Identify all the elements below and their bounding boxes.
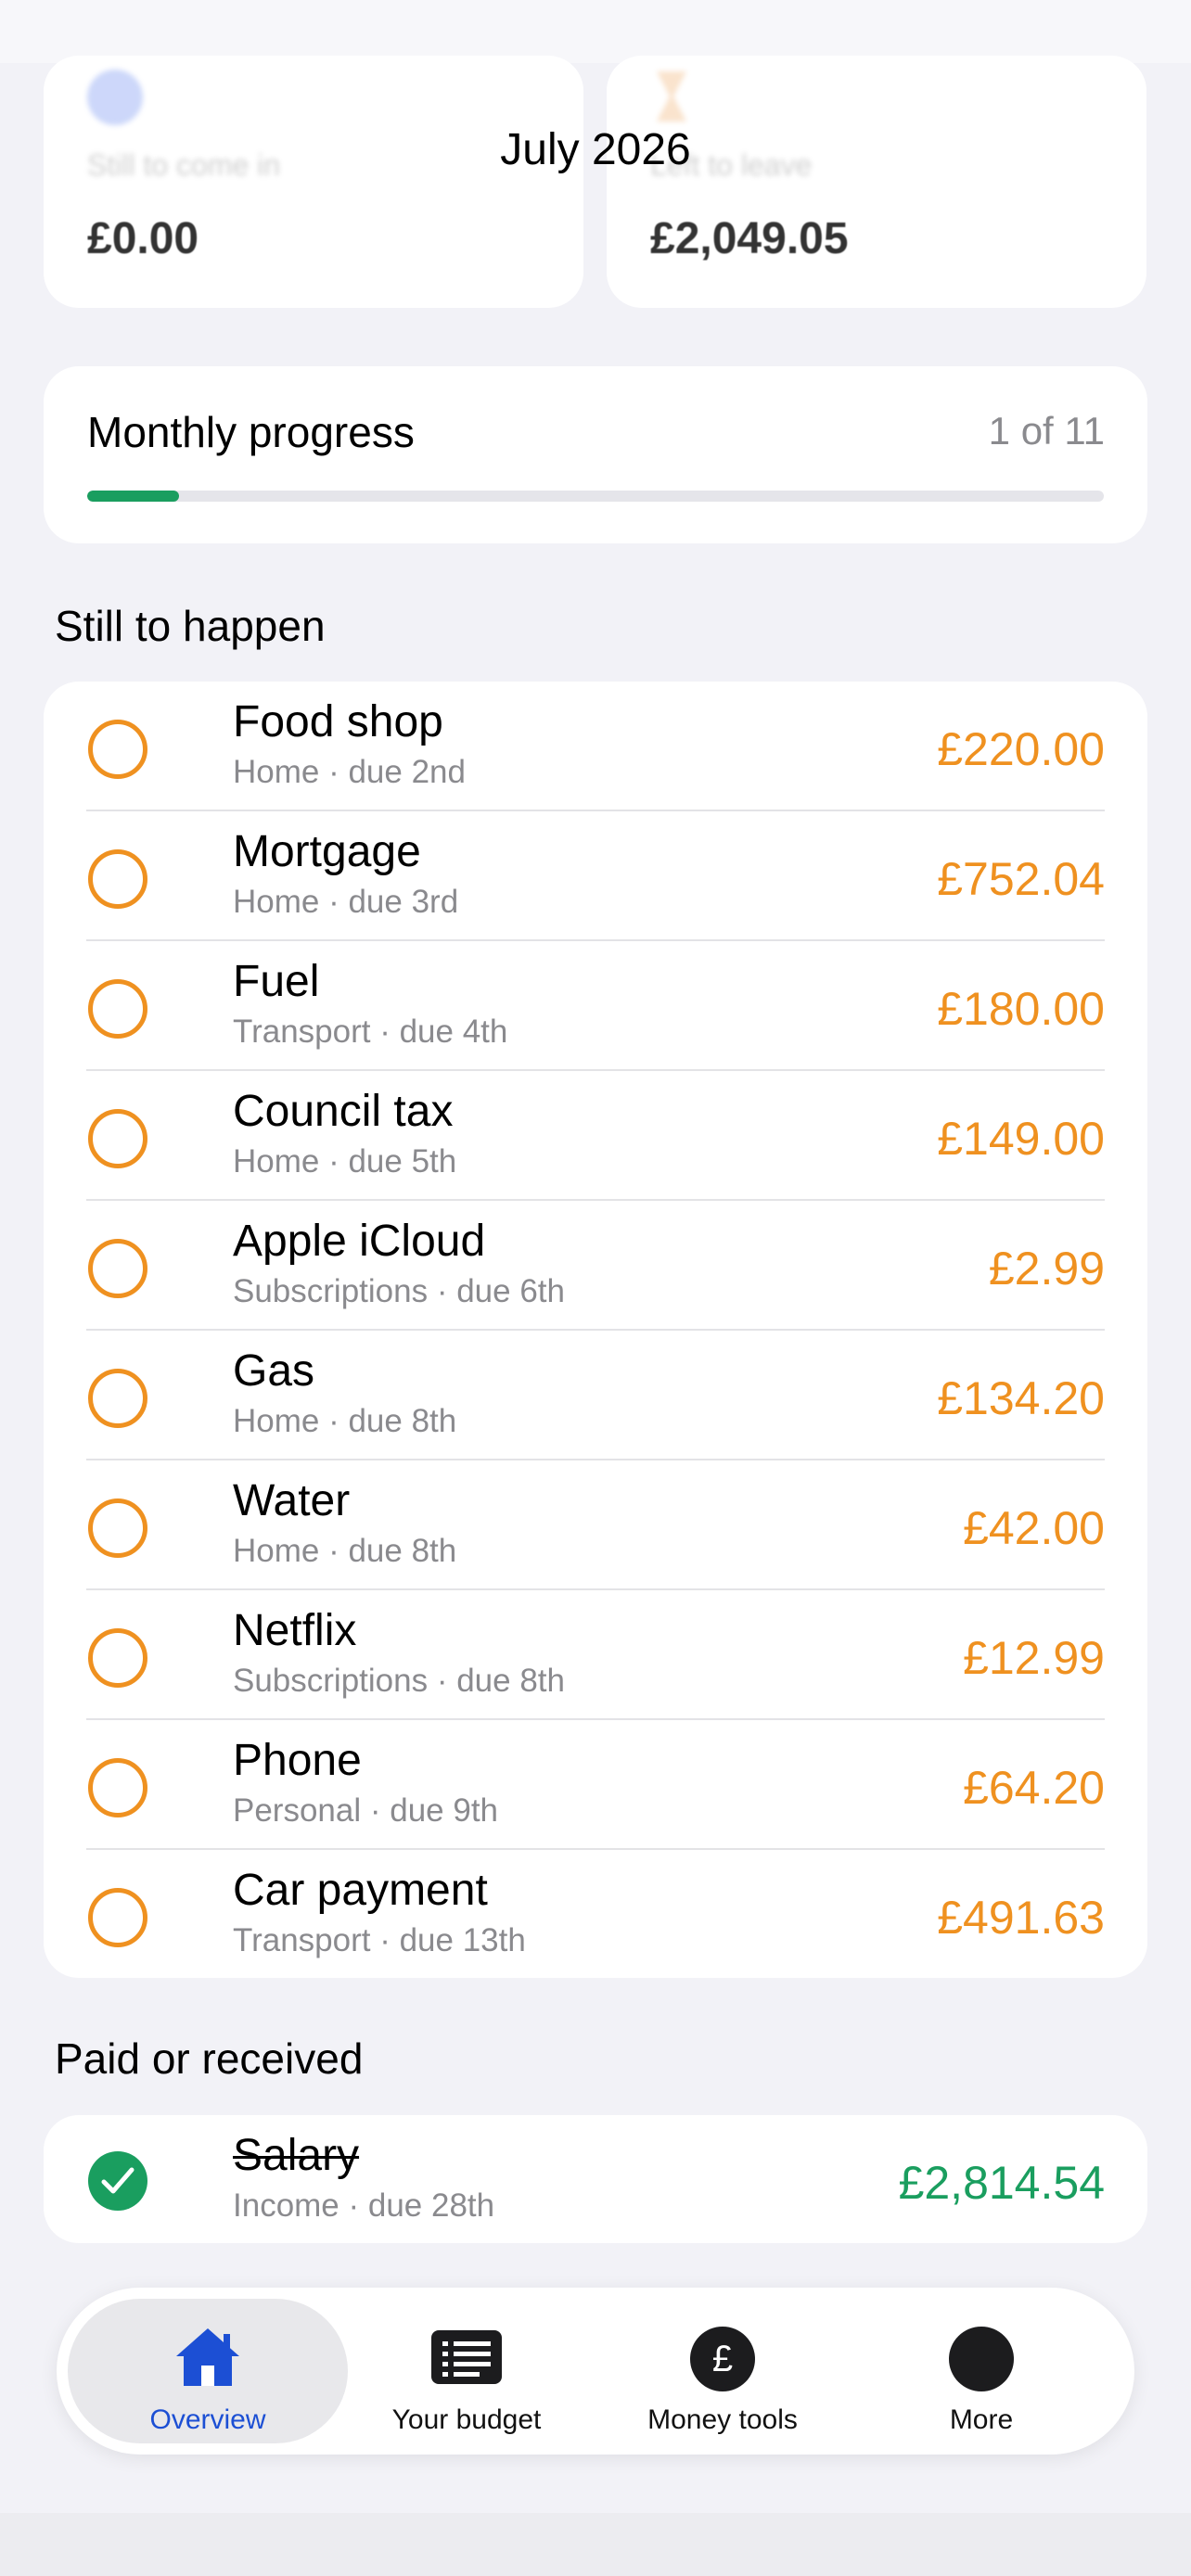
item-name: Salary (233, 2131, 360, 2180)
item-name: Apple iCloud (233, 1217, 486, 1266)
item-amount: £491.63 (937, 1892, 1105, 1944)
list-item[interactable]: Food shop Home · due 2nd £220.00 (86, 682, 1105, 811)
section-title-still-to-happen: Still to happen (55, 602, 326, 650)
still-to-happen-list: Food shop Home · due 2nd £220.00 Mortgage Ho… (44, 682, 1147, 1978)
paid-list: Salary Income · due 28th £2,814.54 (44, 2115, 1147, 2243)
clock-icon (87, 70, 143, 125)
item-name: Gas (233, 1346, 315, 1396)
item-name: Water (233, 1476, 351, 1525)
more-icon (949, 2327, 1014, 2402)
list-item[interactable]: Council tax Home · due 5th £149.00 (86, 1071, 1105, 1201)
item-amount: £64.20 (963, 1762, 1105, 1814)
item-name: Fuel (233, 957, 320, 1006)
progress-bar (87, 491, 1104, 502)
unchecked-circle-icon[interactable] (88, 849, 147, 909)
tab-bar: Overview Your budget £ Money tools More (57, 2288, 1134, 2455)
list-item[interactable]: Apple iCloud Subscriptions · due 6th £2.99 (86, 1201, 1105, 1331)
unchecked-circle-icon[interactable] (88, 1239, 147, 1298)
pound-icon: £ (690, 2327, 755, 2391)
hourglass-icon (657, 71, 686, 121)
unchecked-circle-icon[interactable] (88, 1369, 147, 1428)
list-item[interactable]: Salary Income · due 28th £2,814.54 (86, 2115, 1105, 2243)
tab-label: Money tools (647, 2404, 798, 2435)
item-amount: £134.20 (937, 1372, 1105, 1424)
checkmark-icon[interactable] (88, 2151, 147, 2211)
list-item[interactable]: Car payment Transport · due 13th £491.63 (86, 1850, 1105, 1980)
tab-money-tools[interactable]: £ Money tools (583, 2299, 863, 2443)
tab-overview[interactable]: Overview (68, 2299, 348, 2443)
item-amount: £12.99 (963, 1632, 1105, 1684)
progress-count: 1 of 11 (988, 409, 1105, 453)
summary-value: £2,049.05 (650, 214, 849, 263)
list-icon (431, 2330, 502, 2384)
section-title-paid: Paid or received (55, 2034, 364, 2083)
item-meta: Transport · due 4th (233, 1014, 508, 1050)
monthly-progress-card: Monthly progress 1 of 11 (44, 366, 1147, 543)
item-amount: £220.00 (937, 723, 1105, 775)
item-name: Council tax (233, 1087, 454, 1136)
unchecked-circle-icon[interactable] (88, 1888, 147, 1947)
item-name: Food shop (233, 697, 443, 746)
unchecked-circle-icon[interactable] (88, 979, 147, 1039)
item-meta: Home · due 8th (233, 1403, 457, 1439)
item-meta: Subscriptions · due 6th (233, 1273, 565, 1309)
list-item[interactable]: Gas Home · due 8th £134.20 (86, 1331, 1105, 1460)
page-title: July 2026 (500, 125, 691, 174)
item-meta: Personal · due 9th (233, 1792, 499, 1829)
item-amount: £42.00 (963, 1502, 1105, 1554)
list-item[interactable]: Mortgage Home · due 3rd £752.04 (86, 811, 1105, 941)
tab-label: More (949, 2404, 1014, 2435)
item-meta: Home · due 2nd (233, 754, 466, 790)
item-amount: £752.04 (937, 853, 1105, 905)
list-item[interactable]: Phone Personal · due 9th £64.20 (86, 1720, 1105, 1850)
item-meta: Home · due 3rd (233, 884, 459, 920)
item-meta: Home · due 8th (233, 1533, 457, 1569)
still-to-come-in-card: Still to come in £0.00 (44, 56, 583, 308)
list-item[interactable]: Fuel Transport · due 4th £180.00 (86, 941, 1105, 1071)
item-meta: Home · due 5th (233, 1143, 457, 1180)
tab-label: Overview (149, 2404, 266, 2435)
item-name: Netflix (233, 1606, 357, 1655)
item-meta: Subscriptions · due 8th (233, 1663, 565, 1699)
tab-label: Your budget (391, 2404, 542, 2435)
home-icon (176, 2328, 239, 2386)
item-amount: £180.00 (937, 983, 1105, 1035)
summary-value: £0.00 (87, 214, 199, 263)
item-amount: £2.99 (988, 1243, 1105, 1294)
unchecked-circle-icon[interactable] (88, 1758, 147, 1817)
unchecked-circle-icon[interactable] (88, 720, 147, 779)
item-name: Phone (233, 1736, 362, 1785)
unchecked-circle-icon[interactable] (88, 1109, 147, 1168)
item-meta: Income · due 28th (233, 2187, 495, 2224)
tab-your-budget[interactable]: Your budget (327, 2299, 607, 2443)
progress-title: Monthly progress (87, 408, 415, 456)
item-amount: £149.00 (937, 1113, 1105, 1165)
item-name: Car payment (233, 1866, 488, 1915)
unchecked-circle-icon[interactable] (88, 1498, 147, 1558)
item-amount: £2,814.54 (898, 2157, 1105, 2209)
item-name: Mortgage (233, 827, 421, 876)
item-meta: Transport · due 13th (233, 1922, 526, 1958)
home-indicator-area (0, 2513, 1191, 2576)
top-bar (0, 0, 1191, 63)
list-item[interactable]: Water Home · due 8th £42.00 (86, 1460, 1105, 1590)
tab-more[interactable]: More (841, 2299, 1121, 2443)
list-item[interactable]: Netflix Subscriptions · due 8th £12.99 (86, 1590, 1105, 1720)
progress-fill (87, 491, 179, 502)
left-to-leave-card: Left to leave £2,049.05 (607, 56, 1146, 308)
unchecked-circle-icon[interactable] (88, 1628, 147, 1688)
